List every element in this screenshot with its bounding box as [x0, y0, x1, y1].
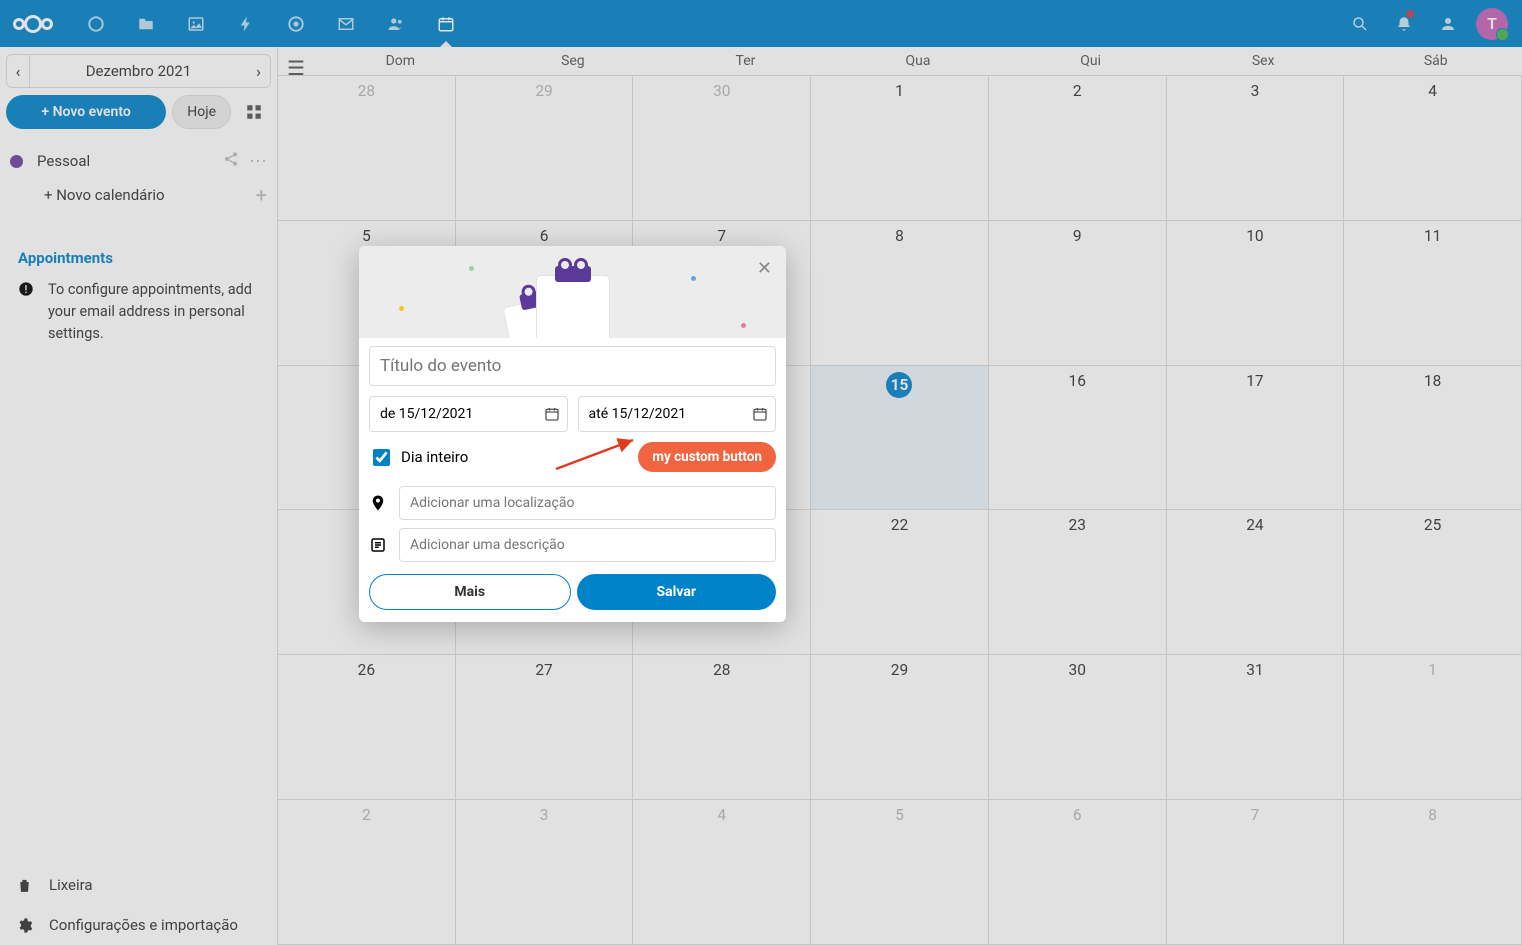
description-row: [369, 528, 776, 562]
event-title-input[interactable]: [369, 346, 776, 386]
date-to-input[interactable]: [578, 396, 777, 432]
save-button[interactable]: Salvar: [577, 574, 777, 610]
modal-illustration: ✕: [359, 246, 786, 338]
close-icon[interactable]: ✕: [757, 258, 772, 279]
allday-checkbox-label[interactable]: Dia inteiro: [369, 446, 468, 469]
event-modal: ✕ Dia inteiro my custom button: [359, 246, 786, 622]
calendar-icon: [752, 406, 768, 422]
description-input[interactable]: [399, 528, 776, 562]
location-row: [369, 486, 776, 520]
date-row: [369, 396, 776, 432]
allday-checkbox[interactable]: [373, 449, 390, 466]
allday-text: Dia inteiro: [401, 448, 468, 466]
modal-body: Dia inteiro my custom button Mais Salvar: [359, 338, 786, 622]
calendar-icon: [544, 406, 560, 422]
description-icon: [369, 536, 387, 554]
location-input[interactable]: [399, 486, 776, 520]
location-icon: [369, 494, 387, 512]
modal-actions: Mais Salvar: [369, 574, 776, 610]
allday-row: Dia inteiro my custom button: [369, 442, 776, 472]
custom-button[interactable]: my custom button: [638, 442, 776, 472]
more-button[interactable]: Mais: [369, 574, 571, 610]
date-from-input[interactable]: [369, 396, 568, 432]
